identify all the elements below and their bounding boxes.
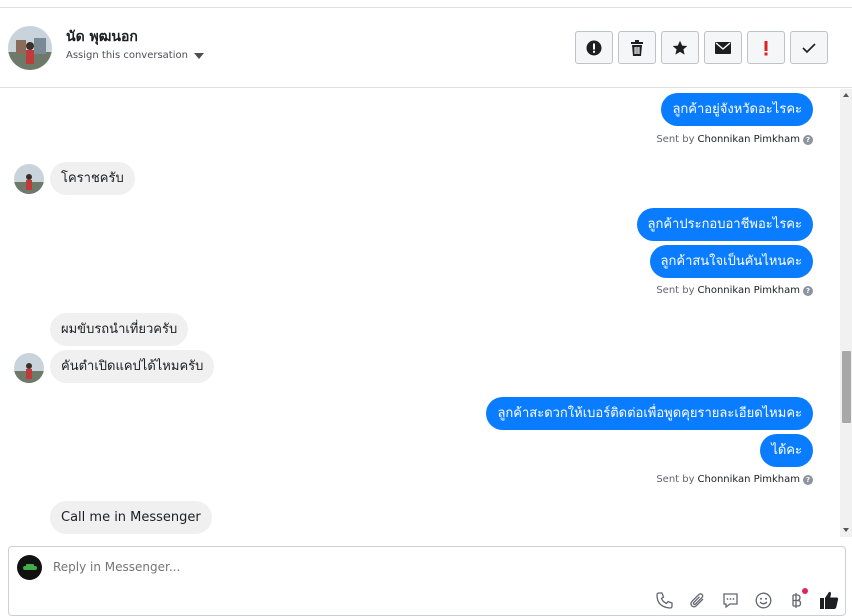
sent-by-label: Sent by Chonnikan Pimkham ? — [656, 285, 813, 296]
attach-button[interactable] — [687, 590, 707, 610]
reply-input[interactable] — [53, 560, 753, 574]
call-button[interactable] — [654, 590, 674, 610]
outgoing-message: ลูกค้าสนใจเป็นคันไหนคะ — [649, 245, 813, 278]
help-icon[interactable]: ? — [803, 285, 813, 296]
incoming-call-request: Call me in Messenger — [50, 501, 212, 534]
outgoing-message: ได้คะ — [760, 434, 813, 467]
reply-composer — [8, 546, 846, 616]
outgoing-message: ลูกค้าสะดวกให้เบอร์ติดต่อเพื่อพูดคุยรายล… — [486, 397, 813, 430]
mark-unread-button[interactable] — [704, 31, 742, 64]
trash-icon — [631, 39, 643, 56]
sent-by-label: Sent by Chonnikan Pimkham ? — [656, 134, 813, 145]
chat-bubble-icon — [722, 592, 738, 608]
mark-done-button[interactable] — [790, 31, 828, 64]
help-icon[interactable]: ? — [803, 134, 813, 145]
emoji-button[interactable] — [753, 590, 773, 610]
saved-replies-button[interactable] — [720, 590, 740, 610]
paperclip-icon — [689, 592, 703, 607]
scroll-down-icon[interactable] — [843, 528, 849, 532]
message-thread: ลูกค้าอยู่จังหวัดอะไรคะ Sent by Chonnika… — [0, 89, 840, 537]
delete-button[interactable] — [618, 31, 656, 64]
contact-name: นัด พุฒนอก — [66, 29, 138, 45]
like-button[interactable] — [819, 590, 839, 610]
contact-avatar[interactable] — [8, 26, 52, 70]
help-icon[interactable]: ? — [803, 474, 813, 485]
baht-icon — [792, 592, 802, 608]
header-actions — [575, 31, 828, 64]
incoming-message: คันตำเปิดแคปได้ไหมครับ — [50, 350, 215, 383]
payment-button[interactable] — [786, 588, 808, 610]
mark-spam-button[interactable] — [575, 31, 613, 64]
outgoing-message: ลูกค้าประกอบอาชีพอะไรคะ — [636, 208, 813, 241]
composer-tools — [654, 588, 839, 610]
thread-scrollbar[interactable] — [840, 89, 852, 537]
incoming-message: ผมขับรถนำเที่ยวครับ — [50, 313, 189, 346]
emoji-icon — [755, 592, 771, 608]
scroll-thumb[interactable] — [842, 351, 851, 423]
contact-avatar-small — [14, 353, 44, 383]
incoming-message: โคราชครับ — [50, 162, 135, 195]
page-avatar — [17, 555, 42, 580]
red-exclamation-icon — [764, 40, 768, 55]
thumbs-up-icon — [819, 591, 838, 609]
contact-avatar-small — [14, 164, 44, 194]
assign-conversation-dropdown[interactable]: Assign this conversation — [66, 50, 204, 61]
star-icon — [672, 40, 688, 55]
notification-dot — [802, 588, 808, 594]
caret-down-icon — [193, 52, 204, 59]
outgoing-message: ลูกค้าอยู่จังหวัดอะไรคะ — [661, 93, 813, 126]
phone-icon — [655, 591, 673, 609]
scroll-up-icon[interactable] — [843, 93, 849, 97]
star-button[interactable] — [661, 31, 699, 64]
assign-label: Assign this conversation — [66, 50, 188, 61]
follow-up-button[interactable] — [747, 31, 785, 64]
checkmark-icon — [802, 42, 816, 53]
envelope-icon — [715, 41, 731, 54]
conversation-header: นัด พุฒนอก Assign this conversation — [0, 8, 852, 88]
sent-by-label: Sent by Chonnikan Pimkham ? — [656, 474, 813, 485]
exclamation-circle-icon — [586, 40, 602, 55]
